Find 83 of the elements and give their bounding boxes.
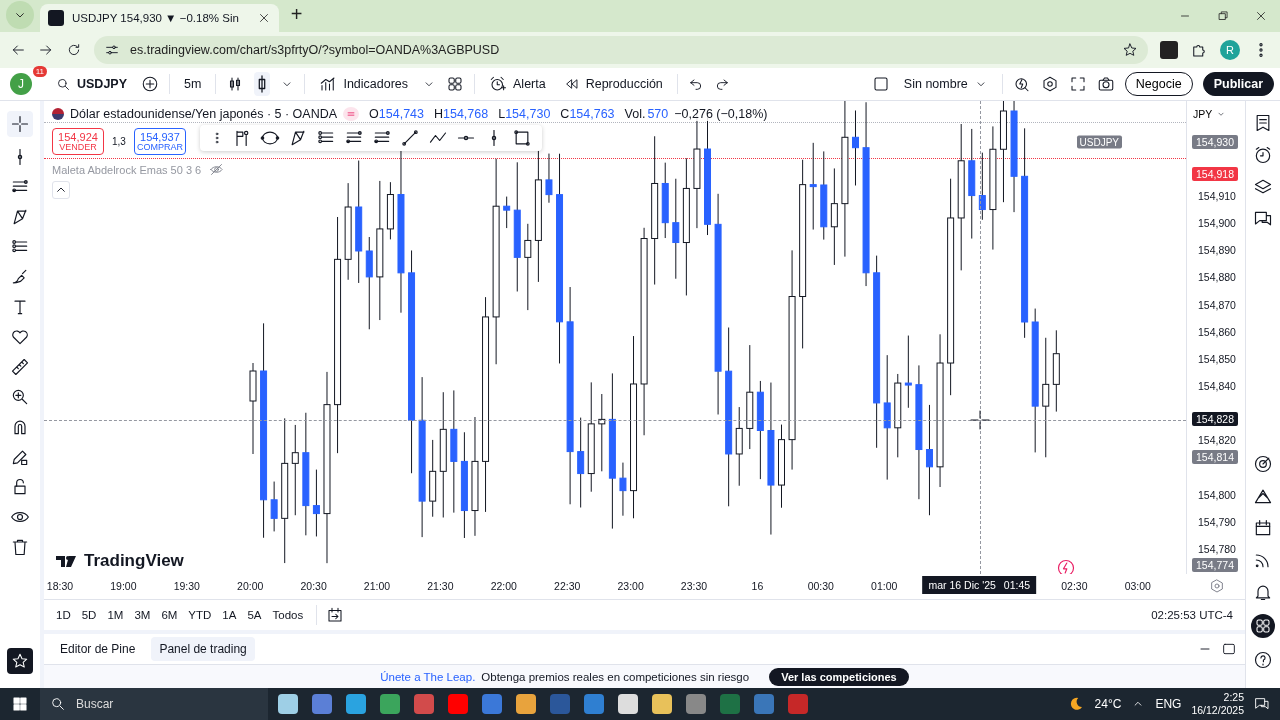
time-tick: 16 xyxy=(751,580,764,593)
time-tick: 22:00 xyxy=(490,580,517,593)
browser-tab[interactable]: USDJPY 154,930 ▼ −0.18% Sin xyxy=(40,4,279,32)
time-tick: 23:30 xyxy=(680,580,708,593)
time-tick: 22:30 xyxy=(554,580,581,593)
range-button[interactable]: 1M xyxy=(103,607,128,624)
time-tick: 02:30 xyxy=(1061,580,1088,593)
ohlc-label: H xyxy=(434,107,443,121)
new-tab-button[interactable]: + xyxy=(284,2,309,27)
price-tick: 154,860 xyxy=(1198,325,1236,338)
logo-text: TradingView xyxy=(84,551,184,571)
price-tick: 154,870 xyxy=(1198,298,1236,311)
ohlc-label: C xyxy=(560,107,570,121)
notification-badge: 11 xyxy=(32,66,47,77)
price-tick: 154,900 xyxy=(1198,217,1236,230)
panel-tab[interactable]: Panel de trading xyxy=(151,637,255,662)
promo-text: Obtenga premios reales en competiciones sin riesgo xyxy=(481,670,750,683)
change-value: −0,276 (−0,18%) xyxy=(674,107,768,121)
time-tick: 01:00 xyxy=(871,580,898,593)
taskbar-clock[interactable]: 2:25 16/12/2025 xyxy=(1191,690,1244,718)
time-tick: 20:30 xyxy=(300,580,327,593)
time-tick: 21:30 xyxy=(427,580,454,593)
range-button[interactable]: YTD xyxy=(184,607,216,624)
time-tick: 21:00 xyxy=(363,580,391,593)
trade-button[interactable]: Negocie xyxy=(1124,72,1193,96)
ohlc-value: 154,743 xyxy=(378,107,424,121)
spread-value: 1,3 xyxy=(112,136,126,147)
price-tag: 154,918 xyxy=(1192,167,1238,182)
price-tick: 154,800 xyxy=(1198,488,1236,501)
replay-button[interactable]: Reproducción xyxy=(559,73,667,95)
time-tick: 23:00 xyxy=(617,580,644,593)
range-button[interactable]: Todos xyxy=(268,607,308,624)
crosshair-time-label: mar 16 Dic '25 01:45 xyxy=(922,576,1037,595)
ohlc-value: 154,763 xyxy=(569,107,615,121)
range-button[interactable]: 6M xyxy=(157,607,182,624)
ohlc-value: 154,768 xyxy=(443,107,489,121)
price-tick: 154,850 xyxy=(1198,352,1236,365)
price-tag: 154,814 xyxy=(1192,449,1238,464)
range-button[interactable]: 3M xyxy=(130,607,155,624)
volume-value: 570 xyxy=(647,107,669,121)
weather-text: 24°C xyxy=(1094,697,1122,711)
price-tick: 154,910 xyxy=(1198,190,1236,202)
ohlc-label: O xyxy=(369,107,379,121)
price-tick: 154,790 xyxy=(1198,515,1236,528)
time-tick: 19:30 xyxy=(173,580,200,593)
publish-button[interactable]: Publicar xyxy=(1202,72,1274,96)
price-tick: 154,820 xyxy=(1198,434,1236,447)
price-tag: 154,774 xyxy=(1192,558,1238,573)
clock: 02:25:53 UTC-4 xyxy=(1151,609,1233,622)
price-tick: 154,780 xyxy=(1198,542,1236,555)
price-tick: 154,890 xyxy=(1198,244,1236,257)
symbol-title: Dólar estadounidense/Yen japonés · 5 · OANDA xyxy=(70,107,338,121)
buy-button[interactable]: 154,937 COMPRAR xyxy=(133,128,186,155)
layout-name-button[interactable]: Sin nombre xyxy=(899,74,992,94)
language-indicator[interactable]: ENG xyxy=(1155,697,1182,711)
time-tick: 00:30 xyxy=(807,580,834,593)
time-tick: 18:30 xyxy=(46,580,74,593)
price-tag: 154,828 xyxy=(1192,411,1238,426)
competitions-button[interactable]: Ver las competiciones xyxy=(769,667,909,686)
time-tick: 03:00 xyxy=(1124,580,1151,593)
range-button[interactable]: 5D xyxy=(77,607,101,624)
time-tick: 19:00 xyxy=(110,580,137,593)
interval-button[interactable]: 5m xyxy=(180,74,206,94)
sell-button[interactable]: 154,924 VENDER xyxy=(52,128,104,155)
indicator-name: Maleta Abdelrock Emas 50 3 6 xyxy=(52,163,202,176)
range-button[interactable]: 1D xyxy=(52,607,75,624)
ohlc-value: 154,730 xyxy=(505,107,551,121)
address-bar[interactable]: es.tradingview.com/chart/s3pfrtyO/?symbol=OANDA%3AGBPUSD xyxy=(94,36,1148,64)
promo-link[interactable]: Únete a The Leap. xyxy=(380,670,476,683)
range-button[interactable]: 5A xyxy=(243,607,266,624)
panel-tab[interactable]: Editor de Pine xyxy=(52,637,144,662)
indicators-button[interactable]: Indicadores xyxy=(315,72,413,96)
price-tick: 154,880 xyxy=(1198,271,1236,284)
taskbar-search[interactable]: Buscar xyxy=(40,688,268,720)
volume-label: Vol. xyxy=(624,107,646,121)
symbol-tag: USDJPY xyxy=(1076,135,1122,149)
ohlc-label: L xyxy=(498,107,506,121)
alert-button[interactable]: Alerta xyxy=(485,72,550,96)
time-tick: 20:00 xyxy=(237,580,264,593)
price-tick: 154,840 xyxy=(1198,380,1236,393)
range-button[interactable]: 1A xyxy=(218,607,241,624)
price-tag: 154,930 xyxy=(1192,134,1238,149)
symbol-search[interactable]: USDJPY xyxy=(52,73,132,95)
